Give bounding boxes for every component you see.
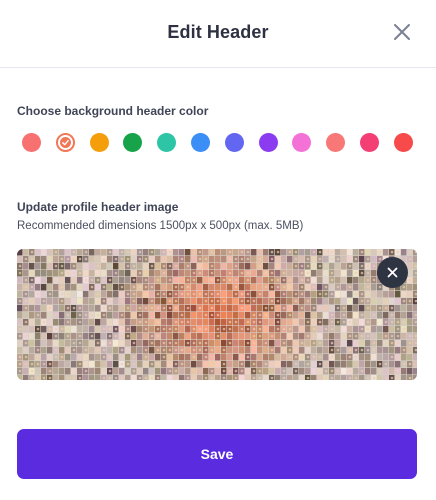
- color-swatch-pink[interactable]: [292, 133, 311, 152]
- save-button[interactable]: Save: [17, 429, 417, 479]
- color-swatch-red[interactable]: [394, 133, 413, 152]
- color-section-label: Choose background header color: [17, 104, 209, 118]
- close-button[interactable]: [392, 22, 412, 42]
- color-swatch-indigo[interactable]: [225, 133, 244, 152]
- color-swatch-teal[interactable]: [157, 133, 176, 152]
- color-swatch-rose[interactable]: [360, 133, 379, 152]
- header-image-mosaic: [17, 249, 417, 380]
- color-swatch-coral-selected[interactable]: [56, 133, 75, 152]
- close-icon: [387, 267, 398, 278]
- color-swatch-salmon[interactable]: [326, 133, 345, 152]
- image-section-label: Update profile header image: [17, 200, 179, 214]
- color-swatch-green[interactable]: [123, 133, 142, 152]
- check-icon: [62, 139, 69, 146]
- color-swatch-blue[interactable]: [191, 133, 210, 152]
- remove-image-button[interactable]: [377, 257, 408, 288]
- close-icon: [394, 24, 410, 40]
- color-swatch-coral-red[interactable]: [22, 133, 41, 152]
- edit-header-modal: Edit Header Choose background header col…: [0, 0, 436, 500]
- image-dimensions-hint: Recommended dimensions 1500px x 500px (m…: [17, 220, 304, 232]
- color-swatch-orange[interactable]: [90, 133, 109, 152]
- color-swatch-list: [22, 133, 422, 153]
- color-swatch-violet[interactable]: [259, 133, 278, 152]
- modal-header: Edit Header: [0, 0, 436, 68]
- header-image-preview[interactable]: [17, 249, 417, 380]
- modal-title: Edit Header: [167, 22, 269, 42]
